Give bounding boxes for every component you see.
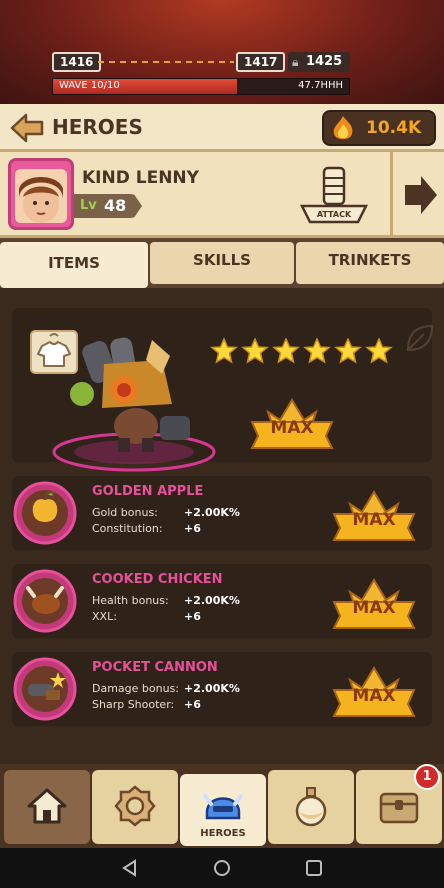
item-max-badge: MAX [330, 662, 418, 718]
nav-heroes-button[interactable]: HEROES [180, 774, 266, 846]
star-icon [241, 338, 269, 364]
helmet-icon [203, 794, 243, 820]
hero-name: KIND LENNY [82, 168, 199, 188]
notification-badge: 1 [414, 764, 440, 790]
locked-level-value: 1425 [306, 54, 343, 69]
system-back-icon[interactable] [120, 858, 140, 878]
hero-character-sprite [42, 334, 222, 474]
nav-settings-button[interactable] [92, 770, 178, 844]
tab-trinkets[interactable]: TRINKETS [296, 242, 444, 284]
fist-icon [299, 166, 369, 224]
next-arrow-icon [405, 176, 437, 214]
wave-progress-bar: 1416 1417 🔒︎ 1425 WAVE 10/10 47.7HHH [0, 0, 444, 104]
gem-count: 10.4K [366, 118, 422, 138]
hero-level-tag: Lv 48 [74, 194, 142, 218]
bottom-navigation: HEROES [0, 764, 444, 848]
system-recents-icon[interactable] [304, 858, 324, 878]
wave-value: 47.7HHH [298, 80, 343, 91]
back-arrow-icon [10, 113, 44, 143]
item-name: POCKET CANNON [92, 660, 218, 675]
item-stat-value: +2.00K% [184, 682, 240, 695]
locked-level-badge: 🔒︎ 1425 [288, 52, 350, 72]
hero-tabs: ITEMS SKILLS TRINKETS [0, 238, 444, 288]
hero-max-badge: MAX [248, 394, 336, 450]
hero-level: 48 [104, 196, 127, 215]
item-stat-label: XXL: [92, 610, 117, 623]
star-icon [365, 338, 393, 364]
item-stat-label: Sharp Shooter: [92, 698, 175, 711]
item-stat-value: +2.00K% [184, 594, 240, 607]
item-max-label: MAX [352, 510, 396, 530]
item-stat-value: +6 [184, 698, 201, 711]
cooked-chicken-icon [13, 569, 77, 633]
item-stat-value: +2.00K% [184, 506, 240, 519]
nav-heroes-label: HEROES [200, 828, 246, 839]
wave-label: WAVE 10/10 [59, 80, 120, 91]
gem-counter[interactable]: 10.4K [322, 110, 436, 146]
tab-skills[interactable]: SKILLS [150, 242, 294, 284]
star-icon [303, 338, 331, 364]
item-max-badge: MAX [330, 486, 418, 542]
level-progress-dots [98, 61, 234, 63]
item-stat-value: +6 [184, 522, 201, 535]
star-icon [272, 338, 300, 364]
hero-preview: MAX [12, 308, 434, 472]
item-name: GOLDEN APPLE [92, 484, 204, 499]
golden-apple-icon [13, 481, 77, 545]
item-stat-value: +6 [184, 610, 201, 623]
hero-portrait [15, 169, 67, 223]
potion-icon [295, 787, 327, 827]
item-max-label: MAX [352, 686, 396, 706]
nav-potion-button[interactable] [268, 770, 354, 844]
items-panel: MAX GOLDEN APPLE Gold bonus: +2.00K% Con… [0, 288, 444, 764]
item-max-badge: MAX [330, 574, 418, 630]
system-home-icon[interactable] [212, 858, 232, 878]
hero-role-label: ATTACK [316, 210, 352, 219]
item-stat-label: Constitution: [92, 522, 163, 535]
page-title: HEROES [52, 115, 143, 139]
hero-card: KIND LENNY Lv 48 ATTACK [0, 152, 390, 238]
star-icon [334, 338, 362, 364]
hero-max-label: MAX [270, 418, 314, 438]
current-level-badge: 1416 [52, 52, 102, 72]
item-max-label: MAX [352, 598, 396, 618]
item-stat-label: Gold bonus: [92, 506, 158, 519]
tab-items[interactable]: ITEMS [0, 242, 148, 288]
item-row-golden-apple[interactable]: GOLDEN APPLE Gold bonus: +2.00K% Constit… [12, 476, 432, 550]
item-row-cooked-chicken[interactable]: COOKED CHICKEN Health bonus: +2.00K% XXL… [12, 564, 432, 638]
next-hero-button[interactable] [390, 152, 444, 238]
nav-home-button[interactable] [4, 770, 90, 844]
level-label: Lv [80, 198, 97, 213]
flame-crystal-icon [333, 116, 353, 140]
heroes-header: HEROES 10.4K [0, 104, 444, 152]
next-level-badge: 1417 [236, 52, 286, 72]
home-icon [27, 788, 67, 824]
lock-icon: 🔒︎ [292, 55, 299, 69]
item-row-pocket-cannon[interactable]: POCKET CANNON Damage bonus: +2.00K% Shar… [12, 652, 432, 726]
star-icon [210, 338, 238, 364]
wave-health-bar: WAVE 10/10 47.7HHH [52, 78, 350, 95]
pocket-cannon-icon [13, 657, 77, 721]
leaf-decoration-icon [406, 324, 434, 352]
gear-icon [114, 785, 156, 827]
item-stat-label: Damage bonus: [92, 682, 180, 695]
attack-role-badge: ATTACK [296, 160, 372, 230]
chest-icon [379, 792, 419, 824]
system-navigation-bar [0, 848, 444, 888]
back-button[interactable] [10, 112, 44, 144]
item-stat-label: Health bonus: [92, 594, 169, 607]
item-name: COOKED CHICKEN [92, 572, 223, 587]
hero-avatar[interactable] [8, 158, 74, 230]
